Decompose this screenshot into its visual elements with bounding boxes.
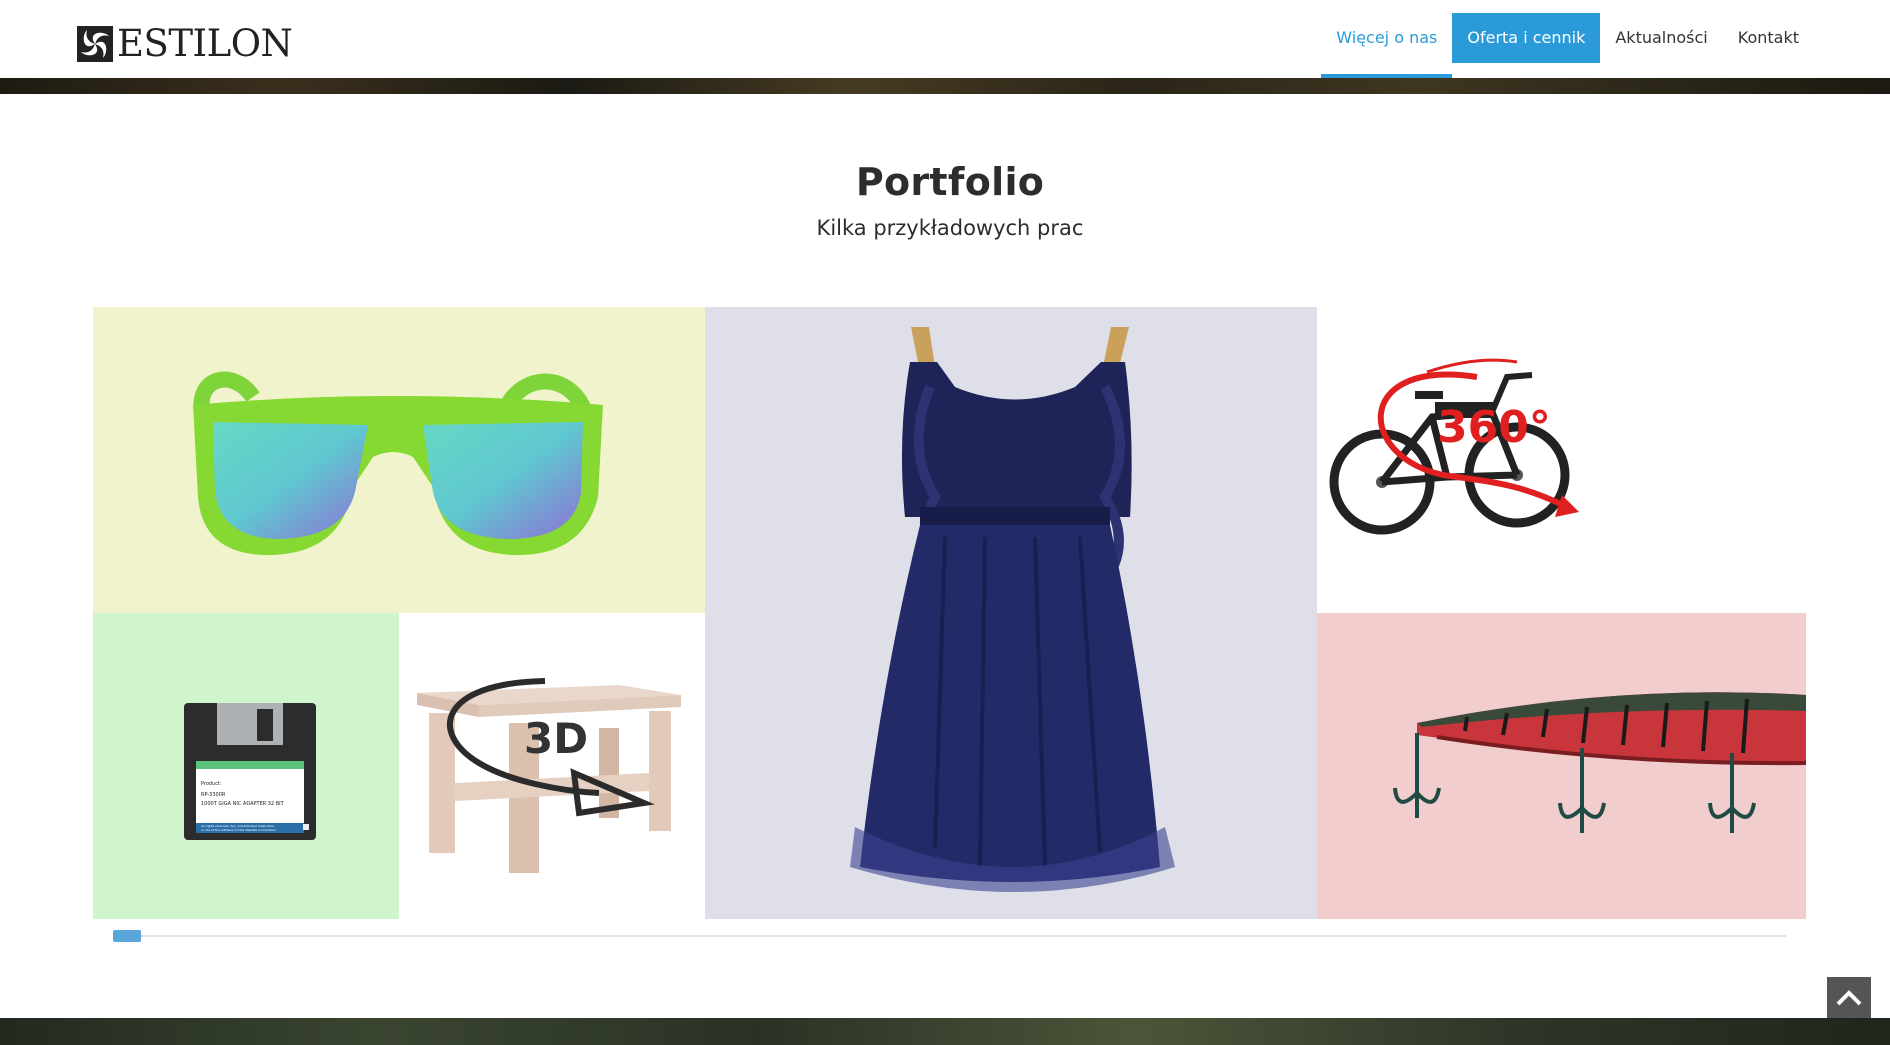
back-to-top-button[interactable] xyxy=(1827,977,1871,1020)
portfolio-tile-dress[interactable] xyxy=(705,307,1317,919)
dress-image xyxy=(850,327,1175,892)
nav-item-news[interactable]: Aktualności xyxy=(1600,13,1722,63)
portfolio-slider-track[interactable] xyxy=(113,935,1786,937)
portfolio-tile-floppy[interactable]: Product: RP-3300R 1000T GIGA NIC ADAPTER… xyxy=(93,613,399,919)
portfolio-tile-table[interactable]: 3D xyxy=(399,613,705,919)
floppy-label-line: Product: xyxy=(201,781,222,787)
nav-item-offer[interactable]: Oferta i cennik xyxy=(1452,13,1601,63)
portfolio-tile-sunglasses[interactable] xyxy=(93,307,705,613)
floppy-label-line: or use of the software in this diskette … xyxy=(201,828,277,832)
portfolio-slider-thumb[interactable] xyxy=(113,930,141,942)
section-subtitle: Kilka przykładowych prac xyxy=(816,216,1084,240)
nav-item-contact[interactable]: Kontakt xyxy=(1723,13,1814,63)
sunglasses-image xyxy=(193,371,603,556)
portfolio-tile-lure[interactable] xyxy=(1317,613,1806,919)
site-header: ESTILON Więcej o nas Oferta i cennik Akt… xyxy=(0,0,1890,78)
logo-text: ESTILON xyxy=(117,22,293,65)
badge-3d: 3D xyxy=(524,714,588,763)
estilon-logo-icon xyxy=(77,26,113,62)
fishing-lure-image xyxy=(1393,692,1806,833)
main-nav: Więcej o nas Oferta i cennik Aktualności… xyxy=(1321,13,1814,78)
footer-image-strip xyxy=(0,1018,1890,1045)
logo[interactable]: ESTILON xyxy=(77,22,293,65)
section-title: Portfolio xyxy=(855,160,1045,204)
table-3d-image: 3D xyxy=(417,678,681,873)
bicycle-360-image: 360° xyxy=(1329,358,1579,535)
floppy-label-line: RP-3300R xyxy=(201,792,226,798)
portfolio-tile-bicycle[interactable]: 360° xyxy=(1317,307,1806,613)
badge-360: 360° xyxy=(1437,402,1551,453)
floppy-label-line: 1000T GIGA NIC ADAPTER 32 BIT xyxy=(201,801,285,807)
hero-image-strip xyxy=(0,78,1890,94)
nav-item-about[interactable]: Więcej o nas xyxy=(1321,13,1453,78)
floppy-disk-image: Product: RP-3300R 1000T GIGA NIC ADAPTER… xyxy=(184,703,316,840)
chevron-up-icon xyxy=(1836,990,1862,1006)
